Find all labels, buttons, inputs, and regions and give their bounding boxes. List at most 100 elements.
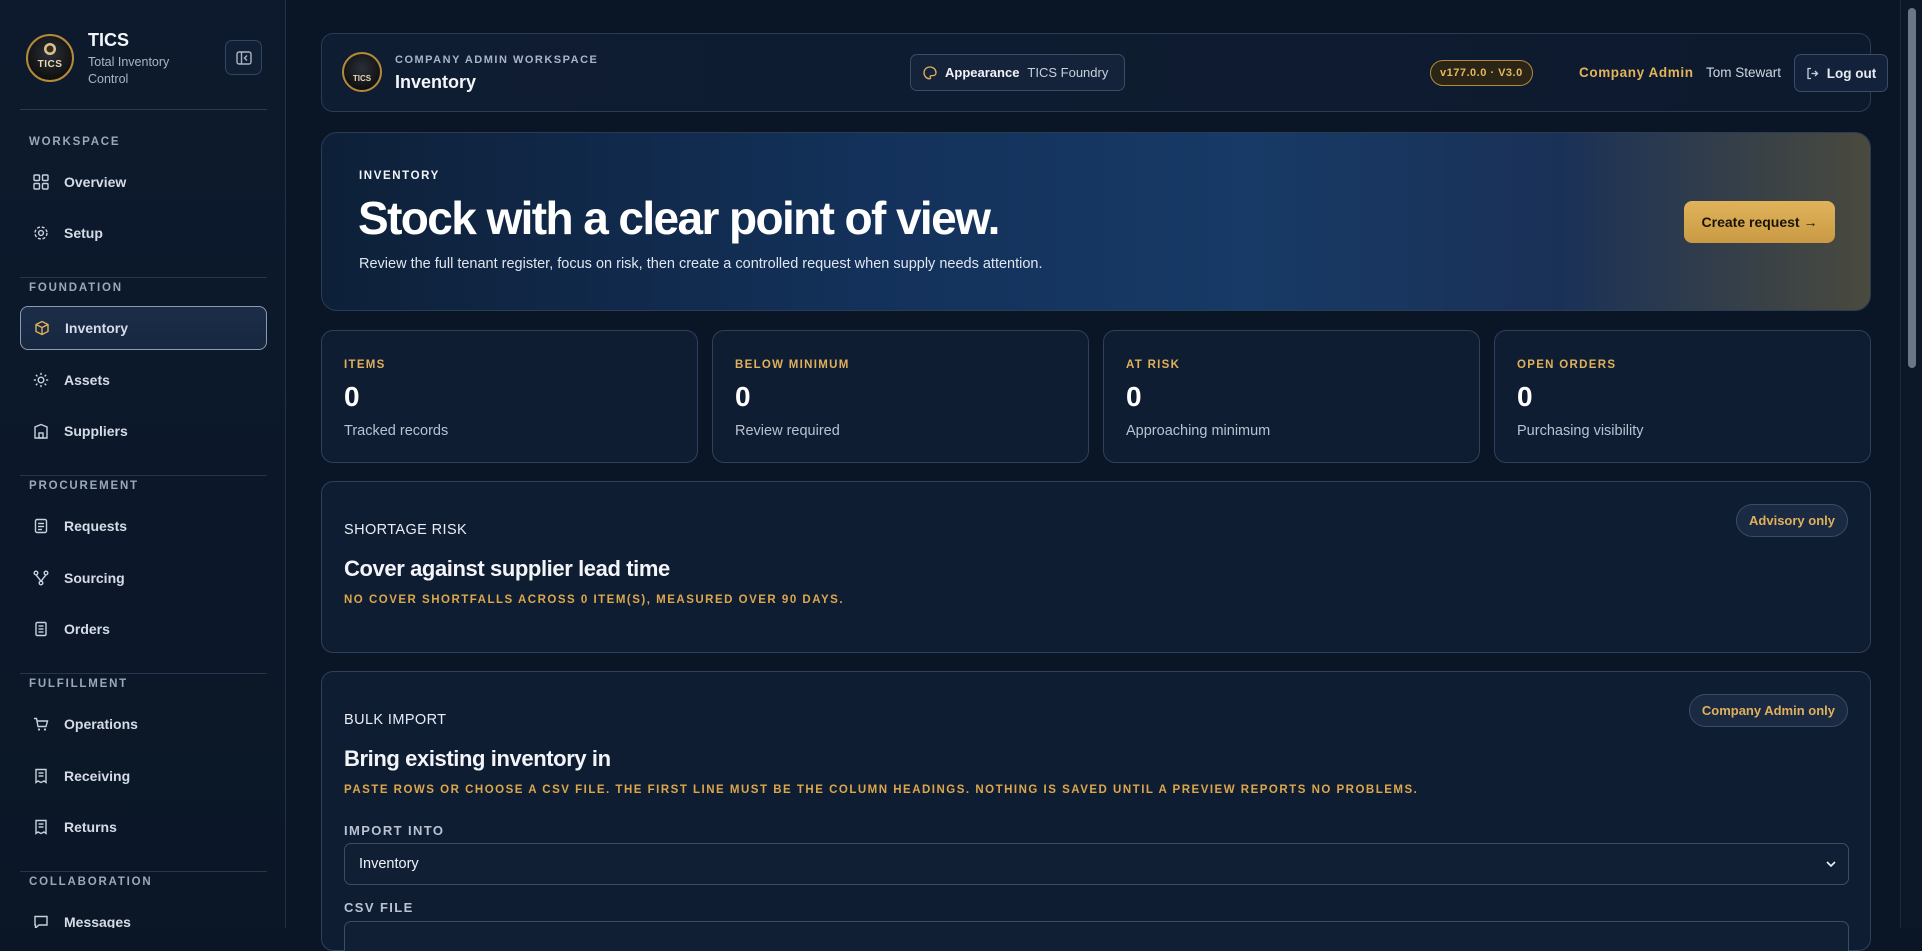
sidebar-item-messages[interactable]: Messages — [20, 900, 267, 928]
sidebar-item-suppliers[interactable]: Suppliers — [20, 409, 267, 453]
sidebar-item-label: Operations — [64, 716, 138, 732]
sidebar-item-receiving[interactable]: Receiving — [20, 754, 267, 798]
palette-icon — [923, 65, 937, 79]
card-kicker: BULK IMPORT — [344, 712, 447, 728]
logout-label: Log out — [1826, 65, 1877, 81]
section-divider — [20, 475, 267, 476]
lion-icon — [44, 43, 56, 55]
hero-kicker: INVENTORY — [359, 170, 440, 182]
stat-card-at-risk: AT RISK 0 Approaching minimum — [1103, 330, 1480, 463]
scrollbar-thumb[interactable] — [1908, 8, 1916, 368]
cart-icon — [32, 715, 50, 733]
stat-label: AT RISK — [1126, 359, 1181, 371]
card-note: NO COVER SHORTFALLS ACROSS 0 ITEM(S), ME… — [344, 594, 845, 606]
hero-banner: INVENTORY Stock with a clear point of vi… — [321, 132, 1871, 311]
gear-icon — [32, 224, 50, 242]
stat-value: 0 — [1126, 381, 1142, 412]
section-title-collaboration: COLLABORATION — [29, 876, 153, 888]
csv-file-input[interactable] — [344, 921, 1849, 951]
sidebar-item-label: Inventory — [65, 320, 129, 336]
card-title: Cover against supplier lead time — [344, 556, 670, 581]
stat-label: BELOW MINIMUM — [735, 359, 850, 371]
collapse-sidebar-button[interactable] — [225, 40, 262, 75]
sidebar-item-label: Suppliers — [64, 423, 128, 439]
shortage-risk-card: SHORTAGE RISK Cover against supplier lea… — [321, 481, 1871, 653]
branch-icon — [32, 569, 50, 587]
sidebar-item-requests[interactable]: Requests — [20, 504, 267, 548]
stat-value: 0 — [1517, 381, 1533, 412]
sidebar-item-operations[interactable]: Operations — [20, 702, 267, 746]
create-request-button[interactable]: Create request → — [1684, 201, 1835, 243]
card-kicker: SHORTAGE RISK — [344, 522, 468, 538]
page-title: Inventory — [395, 72, 477, 92]
section-divider — [20, 277, 267, 278]
sidebar-item-label: Sourcing — [64, 570, 125, 586]
page-scrollbar[interactable] — [1900, 0, 1922, 928]
sidebar-item-sourcing[interactable]: Sourcing — [20, 556, 267, 600]
card-title: Bring existing inventory in — [344, 746, 611, 771]
sidebar-item-overview[interactable]: Overview — [20, 160, 267, 204]
tics-logo: TICS — [342, 52, 382, 92]
section-title-fulfillment: FULFILLMENT — [29, 678, 129, 690]
stat-value: 0 — [735, 381, 751, 412]
brand-subtitle: Total Inventory Control — [88, 55, 170, 86]
box-icon — [33, 319, 51, 337]
document-icon — [32, 517, 50, 535]
logo-text: TICS — [37, 59, 63, 70]
sidebar-item-label: Assets — [64, 372, 110, 388]
user-name: Tom Stewart — [1706, 65, 1782, 80]
chat-icon — [32, 913, 50, 928]
version-badge: v177.0.0 · V3.0 — [1430, 60, 1533, 86]
sidebar-item-orders[interactable]: Orders — [20, 607, 267, 651]
appearance-button[interactable]: Appearance TICS Foundry — [910, 54, 1125, 91]
sidebar-item-setup[interactable]: Setup — [20, 211, 267, 255]
advisory-badge: Advisory only — [1736, 504, 1848, 537]
appearance-label: Appearance — [945, 65, 1020, 80]
workspace-label: COMPANY ADMIN WORKSPACE — [395, 54, 599, 66]
brand-name: TICS — [88, 30, 130, 50]
stat-label: OPEN ORDERS — [1517, 359, 1617, 371]
import-into-label: IMPORT INTO — [344, 823, 445, 838]
stat-description: Approaching minimum — [1126, 423, 1271, 439]
section-divider — [20, 871, 267, 872]
card-note: PASTE ROWS OR CHOOSE A CSV FILE. THE FIR… — [344, 784, 1419, 796]
main-content: TICS COMPANY ADMIN WORKSPACE Inventory A… — [287, 0, 1900, 951]
sidebar-item-assets[interactable]: Assets — [20, 358, 267, 402]
sidebar-item-inventory[interactable]: Inventory — [20, 306, 267, 350]
admin-only-badge: Company Admin only — [1688, 694, 1848, 727]
hero-subtitle: Review the full tenant register, focus o… — [359, 256, 1043, 272]
grid-icon — [32, 173, 50, 191]
brand: TICS TICS Total Inventory Control — [26, 30, 262, 90]
import-into-select[interactable]: Inventory — [344, 843, 1849, 885]
receipt-icon — [32, 818, 50, 836]
sidebar-item-label: Receiving — [64, 768, 131, 784]
sidebar-item-label: Setup — [64, 225, 103, 241]
clipboard-icon — [32, 620, 50, 638]
sidebar-item-label: Messages — [64, 914, 131, 928]
section-title-procurement: PROCUREMENT — [29, 480, 139, 492]
csv-file-label: CSV FILE — [344, 900, 414, 915]
building-icon — [32, 422, 50, 440]
logout-button[interactable]: Log out — [1794, 54, 1888, 92]
logo-text: TICS — [352, 74, 372, 83]
sidebar-item-label: Requests — [64, 518, 128, 534]
stat-description: Review required — [735, 423, 840, 439]
sun-icon — [32, 371, 50, 389]
appearance-value: TICS Foundry — [1027, 65, 1109, 80]
stat-card-items: ITEMS 0 Tracked records — [321, 330, 698, 463]
top-bar: TICS COMPANY ADMIN WORKSPACE Inventory A… — [321, 33, 1888, 112]
section-title-workspace: WORKSPACE — [29, 136, 121, 148]
receipt-icon — [32, 767, 50, 785]
import-into-value: Inventory — [359, 856, 419, 872]
sidebar: TICS TICS Total Inventory Control WORKSP… — [0, 0, 286, 928]
sidebar-item-label: Overview — [64, 174, 127, 190]
stat-label: ITEMS — [344, 359, 386, 371]
section-title-foundation: FOUNDATION — [29, 282, 123, 294]
user-role: Company Admin — [1579, 65, 1694, 80]
sidebar-item-label: Returns — [64, 819, 117, 835]
sidebar-item-label: Orders — [64, 621, 110, 637]
logout-icon — [1807, 67, 1819, 79]
bulk-import-card: BULK IMPORT Bring existing inventory in … — [321, 671, 1871, 951]
sidebar-item-returns[interactable]: Returns — [20, 805, 267, 849]
stat-description: Tracked records — [344, 423, 449, 439]
